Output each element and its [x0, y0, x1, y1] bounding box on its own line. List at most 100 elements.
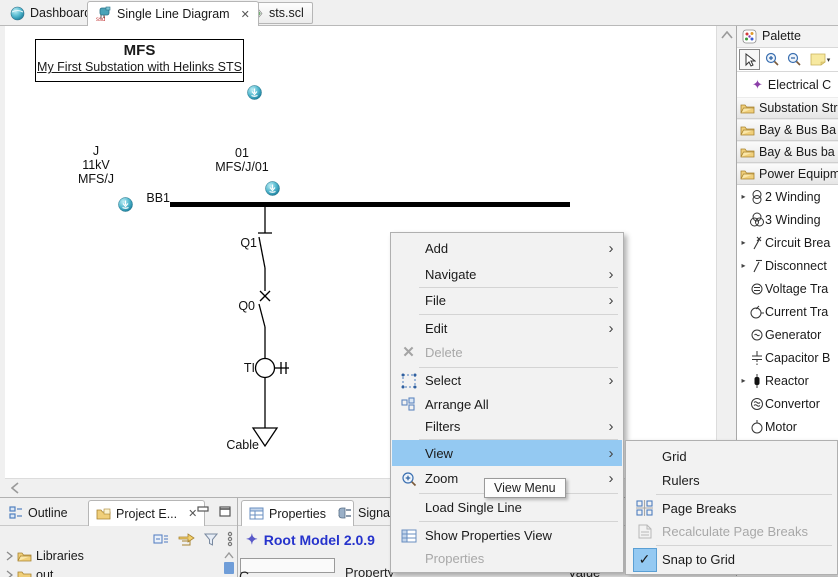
canvas-vertical-scrollbar[interactable]	[716, 25, 737, 478]
signal-plug-icon	[337, 507, 353, 519]
expand-arrow-icon[interactable]: ▸	[739, 376, 748, 385]
palette-title: Palette	[762, 29, 801, 43]
palette-group-substation-structure[interactable]: Substation Str	[737, 97, 838, 119]
menu-item-delete[interactable]: ✕ Delete	[392, 340, 622, 364]
menu-item-select[interactable]: Select›	[392, 369, 622, 392]
scrollbar-thumb[interactable]	[224, 562, 234, 574]
folder-open-icon	[740, 168, 755, 180]
palette-item-motor[interactable]: Motor	[737, 415, 838, 438]
tab-project-explorer[interactable]: Project E... ✕	[88, 500, 205, 526]
link-with-editor-icon[interactable]	[178, 533, 195, 546]
menu-item-arrange-all[interactable]: Arrange All	[392, 393, 622, 415]
palette-item-3-winding[interactable]: 3 Winding	[737, 208, 838, 231]
view-submenu: Grid Rulers Page Breaks Recalculate Page…	[625, 440, 838, 575]
tab-signal[interactable]: Signa	[330, 500, 397, 525]
check-icon: ✓	[633, 548, 657, 572]
palette-item-convertor[interactable]: Convertor	[737, 392, 838, 415]
tab-single-line-diagram[interactable]: ssd Single Line Diagram ✕	[87, 1, 259, 26]
tab-dashboard[interactable]: Dashboard	[2, 2, 99, 24]
marquee-select-icon	[401, 373, 417, 389]
menu-item-show-properties-view[interactable]: Show Properties View	[392, 523, 622, 548]
close-icon[interactable]: ✕	[241, 8, 250, 21]
palette-item-electrical[interactable]: ✦ Electrical C	[737, 72, 838, 97]
menu-item-properties[interactable]: Properties	[392, 547, 622, 570]
reactor-icon	[748, 373, 765, 389]
tab-sts-scl-label: sts.scl	[269, 6, 304, 20]
close-icon[interactable]: ✕	[188, 507, 197, 520]
voltage-transformer-icon	[748, 281, 765, 297]
minimize-icon[interactable]	[197, 506, 209, 517]
tree-scrollbar[interactable]	[222, 550, 236, 577]
outline-project-panel: Outline Project E... ✕ Libraries out	[0, 498, 238, 577]
properties-header: ✦ Root Model 2.0.9	[246, 531, 375, 548]
properties-mini-tab[interactable]	[240, 558, 335, 573]
root-model-diamond-icon: ✦	[246, 531, 258, 548]
busbar-symbol[interactable]	[170, 202, 570, 207]
submenu-item-snap-to-grid[interactable]: ✓ Snap to Grid	[627, 547, 836, 572]
cable-symbol[interactable]	[253, 428, 277, 446]
palette-item-reactor[interactable]: ▸ Reactor	[737, 369, 838, 392]
maximize-icon[interactable]	[219, 506, 231, 517]
palette-header[interactable]: Palette	[737, 25, 838, 48]
electrical-diamond-icon: ✦	[752, 77, 763, 93]
editor-tab-bar: Dashboard ssd Single Line Diagram ✕ sts.…	[0, 0, 838, 26]
palette-group-bay-bus-1[interactable]: Bay & Bus Ba	[737, 119, 838, 141]
submenu-item-recalculate-page-breaks[interactable]: Recalculate Page Breaks	[627, 519, 836, 543]
submenu-item-page-breaks[interactable]: Page Breaks	[627, 496, 836, 520]
expand-arrow-icon[interactable]: ▸	[739, 238, 748, 247]
submenu-arrow-icon: ›	[600, 321, 622, 336]
palette-item-2-winding[interactable]: ▸ 2 Winding	[737, 185, 838, 208]
palette-icon	[742, 29, 757, 44]
capacitor-bank-icon	[748, 350, 765, 366]
properties-table-icon	[401, 529, 417, 543]
zoom-in-tool-button[interactable]	[763, 50, 782, 69]
view-menu-dots-icon[interactable]	[227, 531, 233, 547]
submenu-item-rulers[interactable]: Rulers	[627, 468, 836, 492]
single-line-diagram-icon: ssd	[96, 6, 112, 22]
menu-item-navigate[interactable]: Navigate›	[392, 261, 622, 287]
menu-item-file[interactable]: File›	[392, 288, 622, 313]
motor-icon	[748, 419, 765, 435]
note-tool-button[interactable]: ▾	[807, 50, 833, 69]
palette-item-circuit-breaker[interactable]: ▸ Circuit Brea	[737, 231, 838, 254]
palette-item-voltage-transformer[interactable]: Voltage Tra	[737, 277, 838, 300]
2-winding-icon	[748, 189, 765, 205]
palette-item-disconnector[interactable]: ▸ Disconnect	[737, 254, 838, 277]
chevron-right-icon[interactable]	[6, 551, 13, 561]
dashboard-icon	[10, 6, 25, 21]
tab-outline[interactable]: Outline	[2, 500, 75, 525]
column-header-property: Property	[345, 565, 394, 577]
palette-group-power-equipment[interactable]: Power Equipm	[737, 163, 838, 185]
submenu-arrow-icon: ›	[600, 373, 622, 388]
menu-item-add[interactable]: Add›	[392, 235, 622, 261]
tab-single-line-diagram-label: Single Line Diagram	[117, 7, 230, 21]
project-explorer-icon	[96, 508, 111, 520]
palette-item-current-transformer[interactable]: Current Tra	[737, 300, 838, 323]
menu-item-load-single-line[interactable]: Load Single Line	[392, 495, 622, 520]
collapse-all-icon[interactable]	[153, 532, 169, 546]
svg-text:ssd: ssd	[96, 17, 105, 22]
disconnector-symbol[interactable]	[258, 233, 272, 268]
submenu-arrow-icon: ›	[600, 419, 622, 434]
select-tool-button[interactable]	[739, 49, 760, 70]
palette-group-bay-bus-2[interactable]: Bay & Bus ba	[737, 141, 838, 163]
filter-icon[interactable]	[204, 533, 218, 546]
delete-x-icon: ✕	[402, 343, 415, 361]
expand-arrow-icon[interactable]: ▸	[739, 261, 748, 270]
expand-arrow-icon[interactable]: ▸	[739, 192, 748, 201]
submenu-arrow-icon: ›	[600, 293, 622, 308]
palette-item-generator[interactable]: Generator	[737, 323, 838, 346]
menu-item-edit[interactable]: Edit›	[392, 316, 622, 340]
current-transformer-symbol[interactable]	[256, 359, 290, 378]
tree-item-libraries[interactable]: Libraries	[6, 549, 84, 563]
circuit-breaker-symbol[interactable]	[259, 291, 270, 327]
zoom-out-tool-button[interactable]	[785, 50, 804, 69]
palette-item-capacitor-bank[interactable]: Capacitor B	[737, 346, 838, 369]
note-dropdown-icon: ▾	[827, 56, 831, 64]
submenu-item-grid[interactable]: Grid	[627, 444, 836, 468]
folder-icon	[17, 550, 32, 562]
menu-item-filters[interactable]: Filters›	[392, 415, 622, 437]
recalculate-page-breaks-icon	[638, 524, 652, 539]
menu-item-view[interactable]: View›	[392, 440, 622, 466]
tab-dashboard-label: Dashboard	[30, 6, 91, 20]
